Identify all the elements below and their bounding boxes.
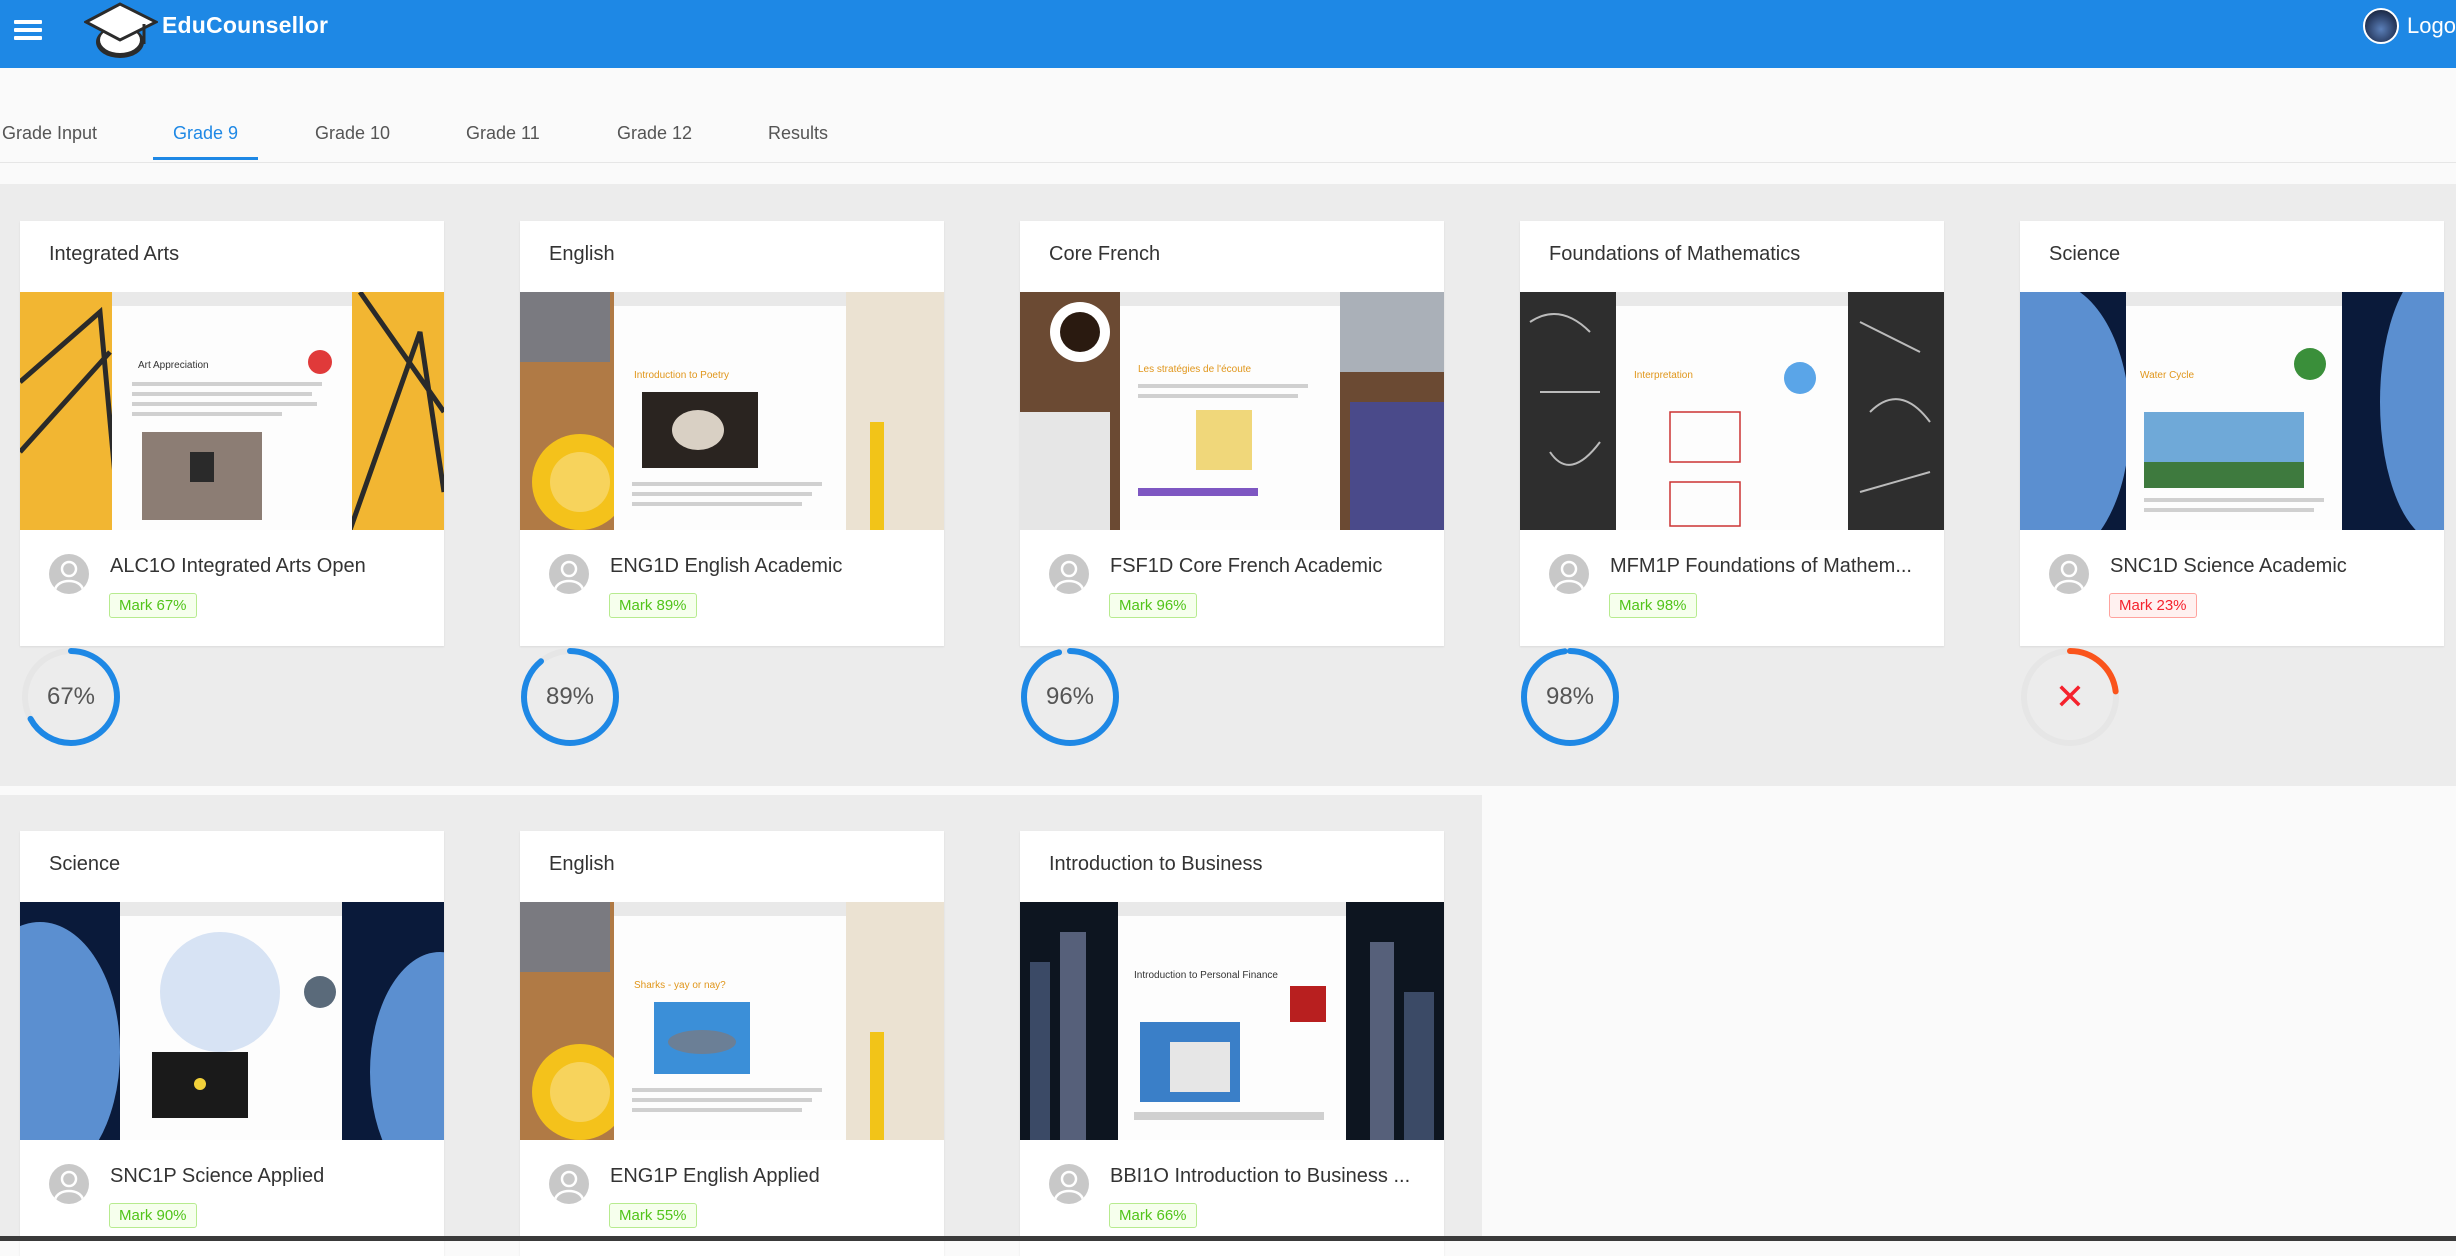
personal-finance-screenshot-image: Introduction to Personal Finance (1020, 902, 1444, 1140)
avatar (549, 554, 589, 594)
avatar (49, 554, 89, 594)
mark-badge: Mark 55% (609, 1203, 697, 1228)
mark-badge: Mark 98% (1609, 593, 1697, 618)
mark-badge: Mark 89% (609, 593, 697, 618)
progress-percentage: 67% (46, 683, 96, 710)
course-name: ALC1O Integrated Arts Open (110, 555, 366, 577)
sharks-screenshot-image: Sharks - yay or nay? (520, 902, 944, 1140)
svg-text:Sharks - yay or nay?: Sharks - yay or nay? (634, 980, 726, 991)
course-card[interactable]: Integrated Arts Art Appreciation ALC1O I… (20, 221, 444, 646)
avatar (1049, 1164, 1089, 1204)
tab-grade-10[interactable]: Grade 10 (315, 110, 390, 160)
mark-badge: Mark 66% (1109, 1203, 1197, 1228)
svg-text:Les stratégies de l'écoute: Les stratégies de l'écoute (1138, 364, 1252, 375)
course-name: FSF1D Core French Academic (1110, 555, 1383, 577)
avatar (1049, 554, 1089, 594)
card-subject-title: Core French (1049, 243, 1161, 265)
course-card[interactable]: English Sharks - yay or nay? ENG1P Engli… (520, 831, 944, 1256)
logout-link[interactable]: Logo (2407, 13, 2456, 39)
bottom-edge (0, 1236, 2456, 1241)
tab-grade-12[interactable]: Grade 12 (617, 110, 692, 160)
mark-badge: Mark 90% (109, 1203, 197, 1228)
card-subject-title: Foundations of Mathematics (1549, 243, 1801, 265)
course-card[interactable]: Introduction to Business Introduction to… (1020, 831, 1444, 1256)
progress-percentage: 89% (545, 683, 595, 710)
course-card[interactable]: Foundations of Mathematics Interpretatio… (1520, 221, 1944, 646)
svg-text:Introduction to Personal Finan: Introduction to Personal Finance (1134, 970, 1278, 981)
mark-badge: Mark 67% (109, 593, 197, 618)
user-menu[interactable]: Logo (2363, 6, 2456, 46)
avatar (1549, 554, 1589, 594)
app-brand-name[interactable]: EduCounsellor (162, 12, 328, 39)
course-card[interactable]: Science SNC1P Science Applied Mark 90% (20, 831, 444, 1256)
mark-badge: Mark 96% (1109, 593, 1197, 618)
graduation-cap-logo-icon (84, 0, 158, 62)
course-card[interactable]: Science Water Cycle SNC1D Science Academ… (2020, 221, 2444, 646)
course-name: MFM1P Foundations of Mathem... (1610, 555, 1912, 577)
hamburger-menu-icon[interactable] (14, 16, 42, 46)
progress-circle: ✕ (2019, 646, 2121, 748)
svg-text:Introduction to Poetry: Introduction to Poetry (634, 370, 729, 381)
top-app-bar: EduCounsellor Logo (0, 0, 2456, 68)
avatar (2049, 554, 2089, 594)
card-subject-title: Integrated Arts (49, 243, 180, 265)
tab-results[interactable]: Results (768, 110, 828, 160)
poetry-screenshot-image: Introduction to Poetry (520, 292, 944, 530)
course-name: SNC1P Science Applied (110, 1165, 325, 1187)
card-subject-title: English (549, 243, 615, 265)
avatar (549, 1164, 589, 1204)
card-subject-title: Introduction to Business (1049, 853, 1263, 875)
tab-grade-11[interactable]: Grade 11 (466, 110, 540, 160)
math-interpretation-screenshot-image: Interpretation (1520, 292, 1944, 530)
svg-text:Art Appreciation: Art Appreciation (138, 360, 209, 371)
course-name: BBI1O Introduction to Business ... (1110, 1165, 1411, 1187)
french-strategies-screenshot-image: Les stratégies de l'écoute (1020, 292, 1444, 530)
course-card[interactable]: Core French Les stratégies de l'écoute F… (1020, 221, 1444, 646)
user-avatar[interactable] (2363, 8, 2400, 44)
fail-close-icon: ✕ (2054, 676, 2086, 717)
mark-badge: Mark 23% (2109, 593, 2197, 618)
card-subject-title: Science (49, 853, 121, 875)
course-name: SNC1D Science Academic (2110, 555, 2347, 577)
astronomy-screenshot-image (20, 902, 444, 1140)
card-subject-title: English (549, 853, 615, 875)
course-name: ENG1P English Applied (610, 1165, 820, 1187)
course-card[interactable]: English Introduction to Poetry ENG1D Eng… (520, 221, 944, 646)
progress-circle: 67% (20, 646, 122, 748)
art-appreciation-screenshot-image: Art Appreciation (20, 292, 444, 530)
progress-circle: 98% (1519, 646, 1621, 748)
progress-percentage: 96% (1045, 683, 1095, 710)
grade-tabs: Grade Input Grade 9 Grade 10 Grade 11 Gr… (0, 110, 2456, 163)
water-cycle-screenshot-image: Water Cycle (2020, 292, 2444, 530)
avatar (49, 1164, 89, 1204)
progress-percentage: 98% (1545, 683, 1595, 710)
progress-circle: 96% (1019, 646, 1121, 748)
svg-text:Interpretation: Interpretation (1634, 370, 1693, 381)
card-subject-title: Science (2049, 243, 2121, 265)
svg-text:Water Cycle: Water Cycle (2140, 370, 2195, 381)
tab-grade-input[interactable]: Grade Input (2, 110, 97, 160)
tab-grade-9[interactable]: Grade 9 (152, 110, 259, 160)
course-name: ENG1D English Academic (610, 555, 843, 577)
progress-circle: 89% (519, 646, 621, 748)
